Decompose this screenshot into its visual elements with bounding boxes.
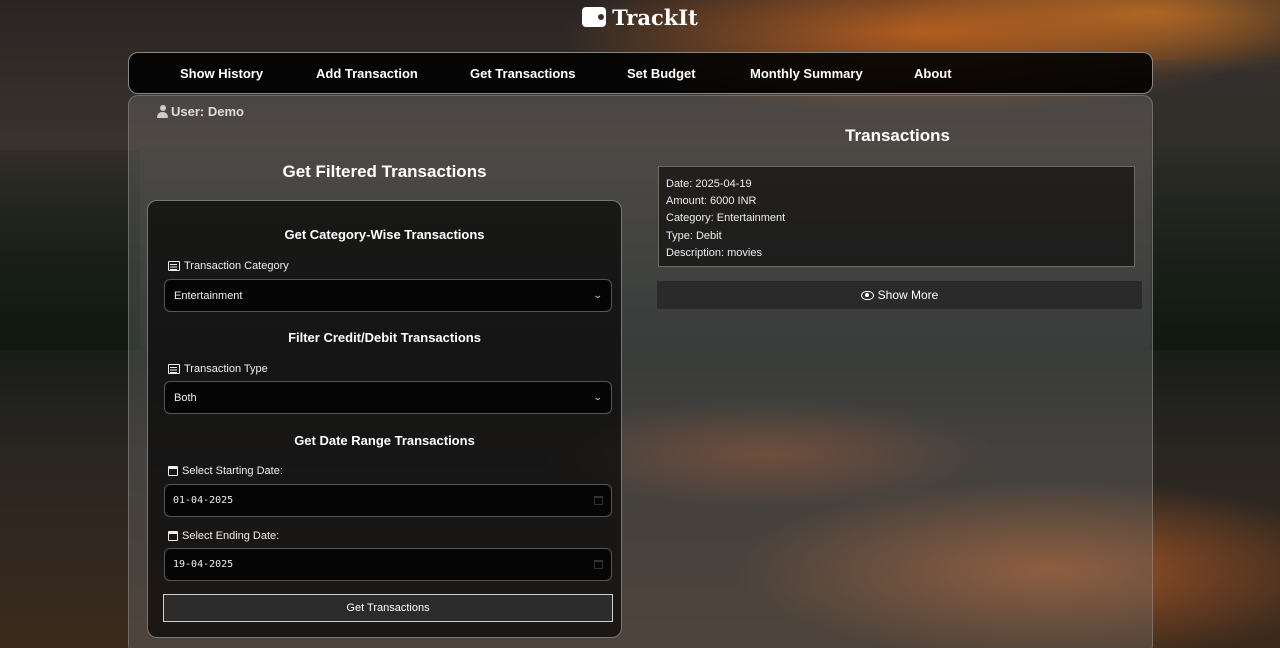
type-select-value: Both	[174, 391, 197, 404]
background-trees-right	[1150, 60, 1280, 350]
eye-icon	[860, 290, 874, 300]
nav-get-transactions[interactable]: Get Transactions	[470, 66, 575, 81]
transaction-date: Date: 2025-04-19	[666, 178, 752, 190]
calendar-icon	[168, 466, 178, 476]
list-icon	[168, 261, 180, 271]
transaction-card: Date: 2025-04-19 Amount: 6000 INR Catego…	[658, 166, 1135, 267]
nav-set-budget[interactable]: Set Budget	[627, 66, 696, 81]
transaction-category: Category: Entertainment	[666, 212, 786, 225]
list-icon	[168, 364, 180, 374]
start-date-input[interactable]: 01-04-2025	[164, 484, 612, 517]
get-transactions-button[interactable]: Get Transactions	[163, 594, 613, 622]
type-select[interactable]: Both ⌄	[164, 381, 612, 414]
user-indicator: User: Demo	[157, 104, 244, 119]
category-section-title: Get Category-Wise Transactions	[284, 227, 485, 242]
filter-panel-title: Get Filtered Transactions	[282, 162, 487, 181]
show-more-label: Show More	[877, 288, 939, 302]
nav-about[interactable]: About	[914, 66, 952, 81]
chevron-down-icon: ⌄	[593, 392, 604, 402]
user-label: User: Demo	[171, 104, 244, 119]
start-date-label: Select Starting Date:	[168, 465, 283, 477]
category-field-label: Transaction Category	[168, 260, 289, 272]
calendar-icon	[168, 531, 178, 541]
nav-monthly-summary[interactable]: Monthly Summary	[750, 66, 863, 81]
show-more-button[interactable]: Show More	[657, 281, 1142, 309]
type-field-label: Transaction Type	[168, 363, 268, 375]
end-date-label: Select Ending Date:	[168, 530, 279, 542]
type-section-title: Filter Credit/Debit Transactions	[288, 330, 481, 345]
chevron-down-icon: ⌄	[593, 290, 604, 300]
date-section-title: Get Date Range Transactions	[294, 433, 475, 448]
calendar-picker-icon[interactable]	[594, 496, 603, 505]
category-select[interactable]: Entertainment ⌄	[164, 279, 612, 312]
background-trees-left	[0, 150, 140, 350]
start-date-value: 01-04-2025	[173, 495, 234, 506]
transaction-type: Type: Debit	[666, 229, 722, 242]
category-select-value: Entertainment	[174, 289, 243, 302]
app-title: TrackIt	[612, 4, 698, 30]
app-header: TrackIt	[0, 4, 1280, 30]
calendar-picker-icon[interactable]	[594, 560, 603, 569]
end-date-input[interactable]: 19-04-2025	[164, 548, 612, 581]
nav-show-history[interactable]: Show History	[180, 66, 263, 81]
transaction-amount: Amount: 6000 INR	[666, 195, 757, 208]
nav-bar: Show History Add Transaction Get Transac…	[128, 52, 1153, 94]
transaction-description: Description: movies	[666, 246, 762, 259]
wallet-icon	[582, 7, 607, 27]
user-icon	[157, 105, 168, 118]
nav-add-transaction[interactable]: Add Transaction	[316, 66, 418, 81]
end-date-value: 19-04-2025	[173, 559, 234, 570]
transactions-title: Transactions	[845, 126, 950, 145]
